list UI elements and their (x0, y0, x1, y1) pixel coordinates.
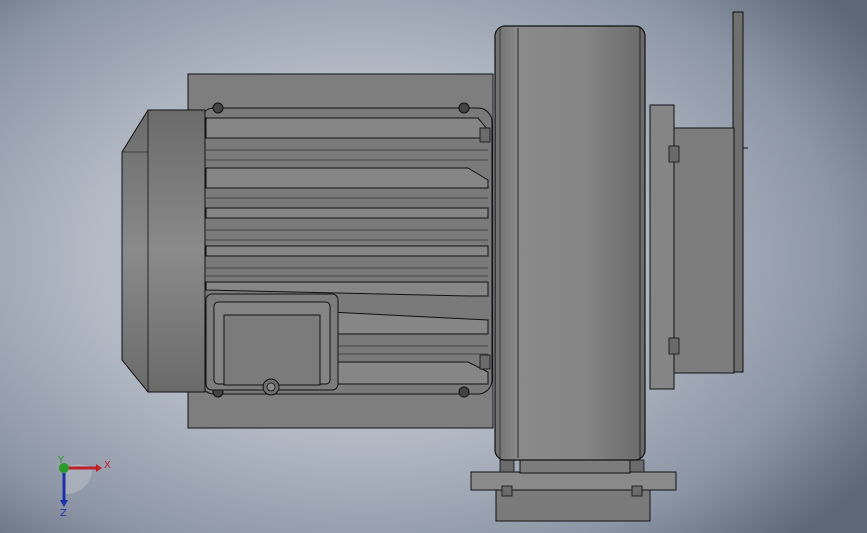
graphics-viewport[interactable]: X Y Z (0, 0, 867, 533)
z-axis-label: Z (60, 508, 67, 519)
rear-hub (649, 104, 735, 390)
x-axis-label: X (104, 460, 111, 471)
view-orientation-triad: X Y Z (40, 450, 120, 520)
motor-end-cap (121, 109, 206, 393)
blower-motor-model[interactable] (0, 0, 867, 533)
y-axis-label: Y (57, 455, 65, 466)
outlet-flange-plate (732, 11, 748, 373)
coordinate-triad-icon: X Y Z (57, 455, 111, 519)
fan-housing (494, 25, 646, 461)
base-flange (470, 454, 677, 522)
terminal-box (205, 293, 339, 396)
